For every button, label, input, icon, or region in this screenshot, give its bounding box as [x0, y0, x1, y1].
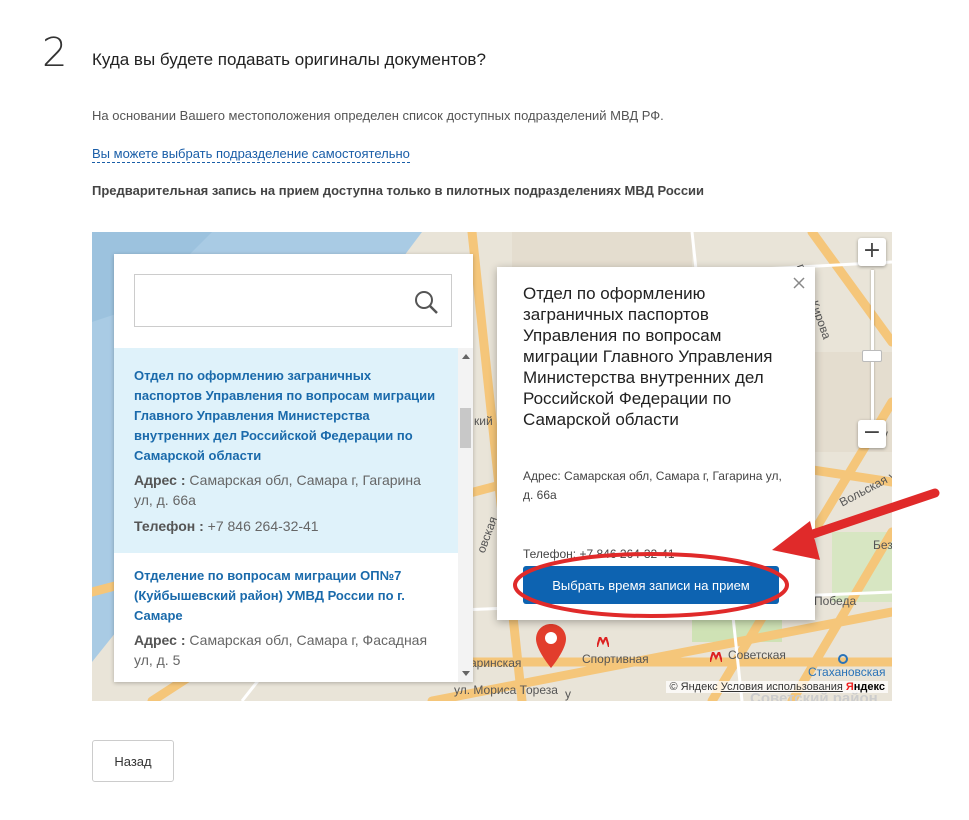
zoom-in-button[interactable]: +	[858, 238, 886, 266]
map-copyright: © Яндекс Условия использования Яндекс	[666, 681, 888, 693]
street-kiy: кий	[474, 414, 493, 428]
street-stakhanovskaya: Стахановская	[808, 665, 886, 679]
close-icon[interactable]	[791, 275, 807, 291]
metro-icon	[710, 652, 722, 662]
annotation-overlay	[513, 488, 940, 618]
metro-station-icon	[838, 654, 848, 664]
office-address: Адрес : Самарская обл, Самара г, Гагарин…	[134, 470, 438, 510]
search-icon[interactable]	[413, 289, 439, 315]
office-list-panel: Отдел по оформлению заграничных паспорто…	[114, 254, 473, 682]
address-label: Адрес :	[134, 632, 186, 648]
phone-value: +7 846 264-32-41	[207, 518, 319, 534]
map-pin-icon[interactable]	[534, 622, 568, 670]
search-input[interactable]	[134, 274, 452, 327]
scroll-up-arrow-icon[interactable]	[462, 354, 470, 359]
office-item[interactable]: Отделение по вопросам миграции ОП№7 (Куй…	[114, 566, 458, 682]
street-toreza: ул. Мориса Тореза	[454, 683, 558, 697]
phone-label: Телефон :	[134, 518, 204, 534]
scroll-down-arrow-icon[interactable]	[462, 671, 470, 676]
balloon-title: Отдел по оформлению заграничных паспорто…	[523, 284, 773, 429]
office-address: Адрес : Самарская обл, Самара г, Фасадна…	[134, 630, 438, 670]
step-number: 2	[42, 30, 68, 76]
street-sovetskaya: Советская	[728, 648, 786, 662]
metro-icon	[597, 637, 609, 647]
scroll-thumb[interactable]	[460, 408, 471, 448]
street-marinskaya: аринская	[470, 656, 522, 670]
pilot-notice: Предварительная запись на прием доступна…	[92, 183, 705, 198]
office-name[interactable]: Отдел по оформлению заграничных паспорто…	[134, 366, 438, 466]
street-sportivnaya: Спортивная	[582, 652, 649, 666]
terms-link[interactable]: Условия использования	[721, 681, 843, 693]
map[interactable]: просп. Кирова Вольская ул. Победа Без Со…	[92, 232, 892, 701]
location-description: На основании Вашего местоположения опред…	[92, 108, 664, 123]
zoom-slider[interactable]	[862, 270, 882, 420]
yandex-logo: Яндекс	[845, 681, 885, 693]
office-item-selected[interactable]: Отдел по оформлению заграничных паспорто…	[114, 348, 458, 553]
office-list[interactable]: Отдел по оформлению заграничных паспорто…	[114, 348, 473, 682]
list-scrollbar[interactable]	[458, 348, 473, 682]
step-title: Куда вы будете подавать оригиналы докуме…	[92, 50, 486, 69]
copyright-text: © Яндекс	[669, 681, 718, 693]
choose-office-link[interactable]: Вы можете выбрать подразделение самостоя…	[92, 146, 410, 163]
street-u: у	[565, 687, 571, 701]
address-label: Адрес :	[134, 472, 186, 488]
back-button[interactable]: Назад	[92, 740, 174, 782]
zoom-slider-handle[interactable]	[862, 350, 882, 362]
office-name[interactable]: Отделение по вопросам миграции ОП№7 (Куй…	[134, 566, 438, 626]
office-phone: Телефон : +7 846 264-32-41	[134, 516, 438, 536]
zoom-out-button[interactable]: −	[858, 420, 886, 448]
